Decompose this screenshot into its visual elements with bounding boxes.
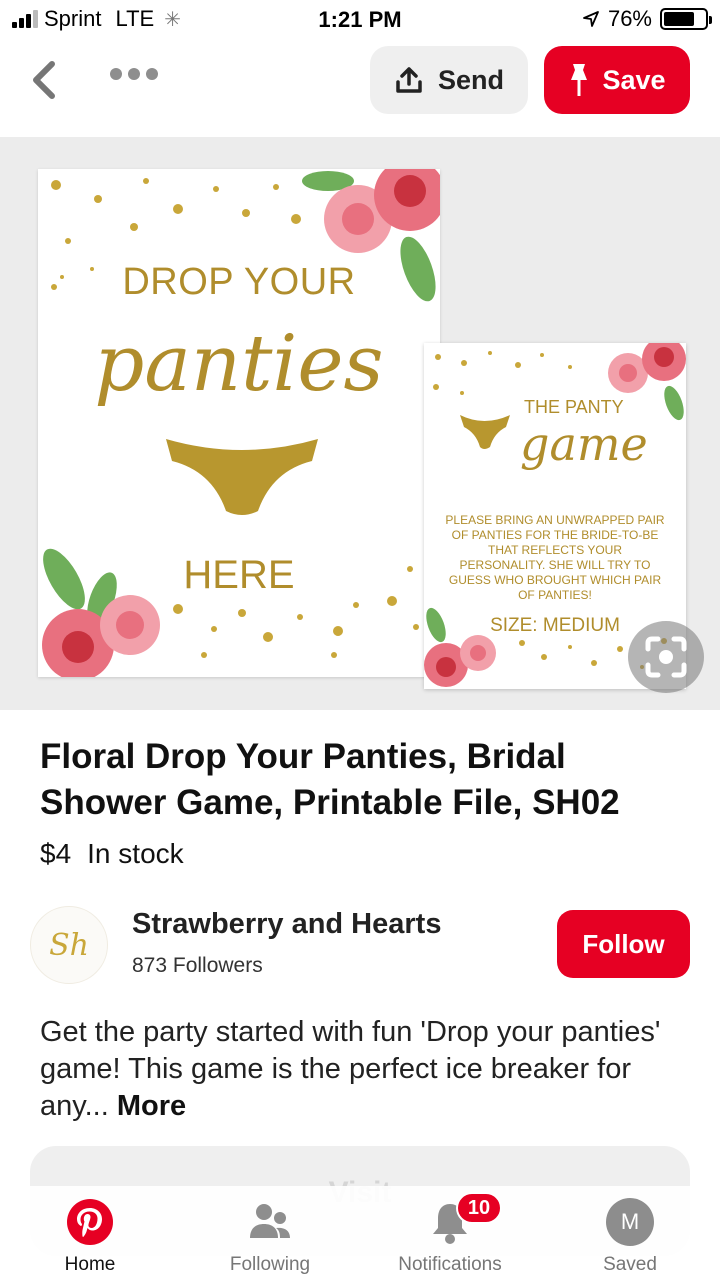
pin-image[interactable]: DROP YOUR panties HERE THE PANTY game PL… xyxy=(0,137,720,710)
pin-toolbar: Send Save xyxy=(0,40,720,136)
user-avatar: M xyxy=(606,1198,654,1246)
follow-button[interactable]: Follow xyxy=(557,910,690,978)
creator-name[interactable]: Strawberry and Hearts xyxy=(132,908,441,941)
game-script: game xyxy=(520,417,648,471)
floral-decoration xyxy=(42,169,440,677)
panties-illustration xyxy=(166,439,318,515)
nav-notifications-label: Notifications xyxy=(398,1254,502,1275)
status-bar: Sprint LTE ✳ 1:21 PM 76% xyxy=(0,0,720,40)
battery-status: 76% xyxy=(582,6,712,32)
people-icon xyxy=(250,1204,290,1238)
battery-icon xyxy=(660,8,712,30)
battery-percent: 76% xyxy=(607,6,652,31)
nav-home[interactable]: Home xyxy=(0,1186,180,1280)
visual-search-button[interactable] xyxy=(628,621,704,693)
nav-saved[interactable]: M Saved xyxy=(540,1186,720,1280)
nav-home-label: Home xyxy=(64,1254,116,1275)
bottom-nav: Home Following 10 Notifications M Saved xyxy=(0,1186,720,1280)
nav-following[interactable]: Following xyxy=(180,1186,360,1280)
send-label: Send xyxy=(437,64,504,95)
price: $4 xyxy=(40,838,72,869)
back-button[interactable] xyxy=(26,58,62,102)
creator-followers: 873 Followers xyxy=(132,954,263,977)
pin-title: Floral Drop Your Panties, Bridal Shower … xyxy=(40,737,620,822)
send-button[interactable]: Send xyxy=(370,46,528,114)
sign-script: panties xyxy=(94,319,384,409)
chevron-left-icon xyxy=(33,61,55,99)
pinterest-logo-icon xyxy=(67,1199,113,1245)
more-link[interactable]: More xyxy=(117,1090,186,1122)
share-icon xyxy=(396,67,422,93)
ellipsis-icon xyxy=(110,68,122,80)
drop-your-panties-sign: DROP YOUR panties HERE xyxy=(38,169,440,677)
pushpin-icon xyxy=(571,64,588,96)
game-title: THE PANTY xyxy=(524,397,624,417)
stock-status: In stock xyxy=(87,838,184,869)
visual-search-icon xyxy=(645,636,687,678)
creator-avatar-monogram: Sh xyxy=(49,927,89,963)
location-icon xyxy=(583,11,599,27)
nav-saved-label: Saved xyxy=(603,1254,657,1275)
sign-bottom-text: HERE xyxy=(183,553,295,597)
pin-description: Get the party started with fun 'Drop you… xyxy=(40,1014,680,1125)
nav-notifications[interactable]: 10 Notifications xyxy=(360,1186,540,1280)
price-line: $4 In stock xyxy=(40,838,184,870)
game-instructions: PLEASE BRING AN UNWRAPPED PAIR OF PANTIE… xyxy=(445,513,665,602)
save-button[interactable]: Save xyxy=(544,46,690,114)
sign-title: DROP YOUR xyxy=(122,261,356,303)
more-options-button[interactable] xyxy=(110,68,158,80)
save-label: Save xyxy=(602,64,666,95)
creator-avatar[interactable]: Sh xyxy=(30,906,108,984)
notifications-badge: 10 xyxy=(456,1192,502,1224)
nav-following-label: Following xyxy=(229,1254,311,1275)
